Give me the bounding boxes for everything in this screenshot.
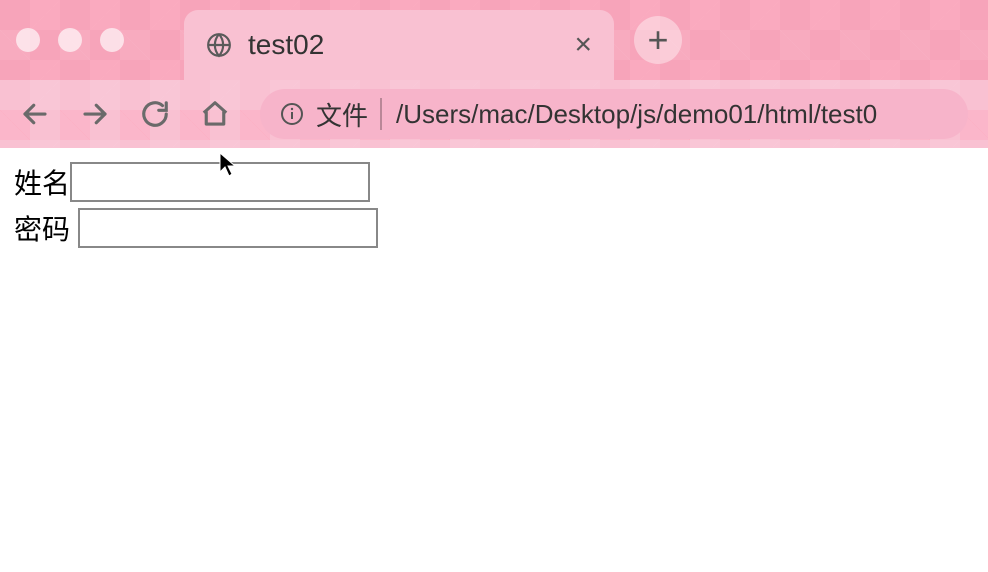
window-maximize-button[interactable] bbox=[100, 28, 124, 52]
address-bar[interactable]: 文件 /Users/mac/Desktop/js/demo01/html/tes… bbox=[260, 89, 968, 139]
tab-title: test02 bbox=[248, 29, 574, 61]
browser-toolbar: 文件 /Users/mac/Desktop/js/demo01/html/tes… bbox=[0, 80, 988, 148]
plus-icon: + bbox=[647, 19, 668, 61]
page-content: 姓名 密码 bbox=[0, 148, 988, 268]
name-label: 姓名 bbox=[14, 162, 70, 202]
password-input[interactable] bbox=[78, 208, 378, 248]
address-divider bbox=[380, 98, 382, 130]
reload-icon[interactable] bbox=[140, 99, 170, 129]
close-icon[interactable]: × bbox=[574, 30, 592, 60]
browser-titlebar: test02 × + bbox=[0, 0, 988, 80]
globe-icon bbox=[206, 32, 232, 58]
new-tab-button[interactable]: + bbox=[634, 16, 682, 64]
window-controls bbox=[16, 28, 124, 52]
window-minimize-button[interactable] bbox=[58, 28, 82, 52]
form-row-name: 姓名 bbox=[14, 162, 974, 202]
browser-tab[interactable]: test02 × bbox=[184, 10, 614, 80]
form-row-password: 密码 bbox=[14, 208, 974, 248]
forward-icon[interactable] bbox=[80, 99, 110, 129]
home-icon[interactable] bbox=[200, 99, 230, 129]
window-close-button[interactable] bbox=[16, 28, 40, 52]
back-icon[interactable] bbox=[20, 99, 50, 129]
password-label: 密码 bbox=[14, 208, 70, 248]
info-icon[interactable] bbox=[280, 102, 304, 126]
address-scheme-label: 文件 bbox=[316, 96, 368, 133]
name-input[interactable] bbox=[70, 162, 370, 202]
address-path: /Users/mac/Desktop/js/demo01/html/test0 bbox=[396, 99, 877, 130]
